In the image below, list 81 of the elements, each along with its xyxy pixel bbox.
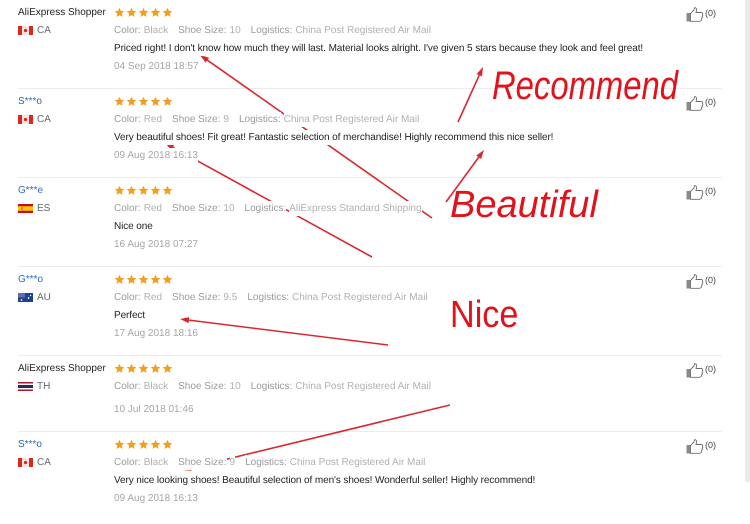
flag-icon (18, 26, 33, 34)
star-icon (114, 96, 125, 106)
star-icon (126, 362, 137, 374)
field-label: Logistics: (247, 290, 290, 304)
review-text: Priced right! I don't know how much they will last. Material looks alright. I've given 5 stars because they look and feel great! (114, 40, 644, 56)
review-date: 09 Aug 2018 16:13 (114, 148, 198, 162)
star-icon (162, 96, 173, 106)
field-label: Logistics: (250, 378, 292, 394)
star-icon (126, 274, 137, 284)
field-label: Logistics: (250, 22, 292, 38)
annotation-text: Recommend (492, 66, 678, 106)
field-value: China Post Registered Air Mail (292, 290, 428, 304)
star-icon (114, 6, 125, 18)
star-icon (150, 96, 161, 106)
field-label: Logistics: (244, 200, 286, 216)
star-icon (150, 362, 161, 374)
reviewer-name: AliExpress Shopper (18, 6, 106, 20)
flag-icon (18, 458, 33, 466)
star-icon (138, 274, 149, 284)
star-icon (150, 184, 161, 196)
flag-icon (18, 292, 33, 302)
reviewer-name[interactable]: S***o (18, 436, 42, 452)
thumbs-up-icon[interactable] (686, 7, 704, 22)
thumbs-up-icon[interactable] (686, 185, 704, 200)
star-icon (138, 438, 149, 450)
star-icon (150, 274, 161, 284)
flag-icon (18, 204, 33, 212)
review-text: Very beautiful shoes! Fit great! Fantastic selection of merchandise! Highly recommend this nice seller! (114, 130, 554, 144)
star-icon (162, 274, 173, 284)
like-count: (0) (705, 185, 716, 198)
country-code: TH (37, 380, 50, 394)
reviewer-name[interactable]: G***o (18, 272, 44, 286)
star-icon (138, 184, 149, 196)
field-value: China Post Registered Air Mail (295, 378, 431, 394)
star-icon (114, 438, 125, 450)
star-icon (162, 362, 173, 374)
annotation-text: Nice (450, 296, 518, 334)
field-value: China Post Registered Air Mail (290, 454, 426, 470)
star-icon (114, 274, 125, 284)
like-count: (0) (705, 7, 716, 20)
star-icon (138, 96, 149, 106)
star-icon (126, 6, 137, 18)
like-count: (0) (705, 274, 716, 287)
reviewer-name: AliExpress Shopper (18, 362, 106, 376)
star-icon (162, 184, 173, 196)
star-icon (162, 6, 173, 18)
annotation-text: Beautiful (450, 186, 598, 224)
star-icon (114, 184, 125, 196)
like-count: (0) (705, 96, 716, 109)
star-icon (138, 362, 149, 374)
star-icon (150, 6, 161, 18)
star-icon (126, 184, 137, 196)
thumbs-up-icon[interactable] (686, 439, 704, 454)
field-label: Logistics: (238, 112, 281, 126)
star-icon (162, 438, 173, 450)
reviewer-name[interactable]: G***e (18, 182, 44, 198)
star-icon (138, 6, 149, 18)
flag-icon (18, 114, 33, 124)
field-label: Logistics: (245, 454, 287, 470)
star-icon (126, 438, 137, 450)
flag-icon (18, 382, 33, 390)
country-code: AU (37, 290, 51, 304)
like-count: (0) (705, 363, 716, 376)
star-icon (150, 438, 161, 450)
review-text: Very nice looking shoes! Beautiful selection of men's shoes! Wonderful seller! Highly recommend! (114, 472, 536, 488)
star-icon (126, 96, 137, 106)
field-label: Shoe Size: (178, 454, 227, 470)
country-code: ES (37, 202, 50, 216)
star-icon (114, 362, 125, 374)
reviewer-name[interactable]: S***o (18, 94, 42, 108)
like-count: (0) (705, 439, 716, 452)
arrow (457, 67, 483, 122)
country-code: CA (37, 24, 51, 38)
field-value: China Post Registered Air Mail (284, 112, 420, 126)
country-code: CA (37, 112, 51, 126)
thumbs-up-icon[interactable] (686, 96, 704, 111)
country-code: CA (37, 456, 51, 470)
field-value: China Post Registered Air Mail (295, 22, 431, 38)
thumbs-up-icon[interactable] (686, 363, 704, 378)
thumbs-up-icon[interactable] (686, 274, 704, 289)
field-value: AliExpress Standard Shipping (289, 200, 422, 216)
